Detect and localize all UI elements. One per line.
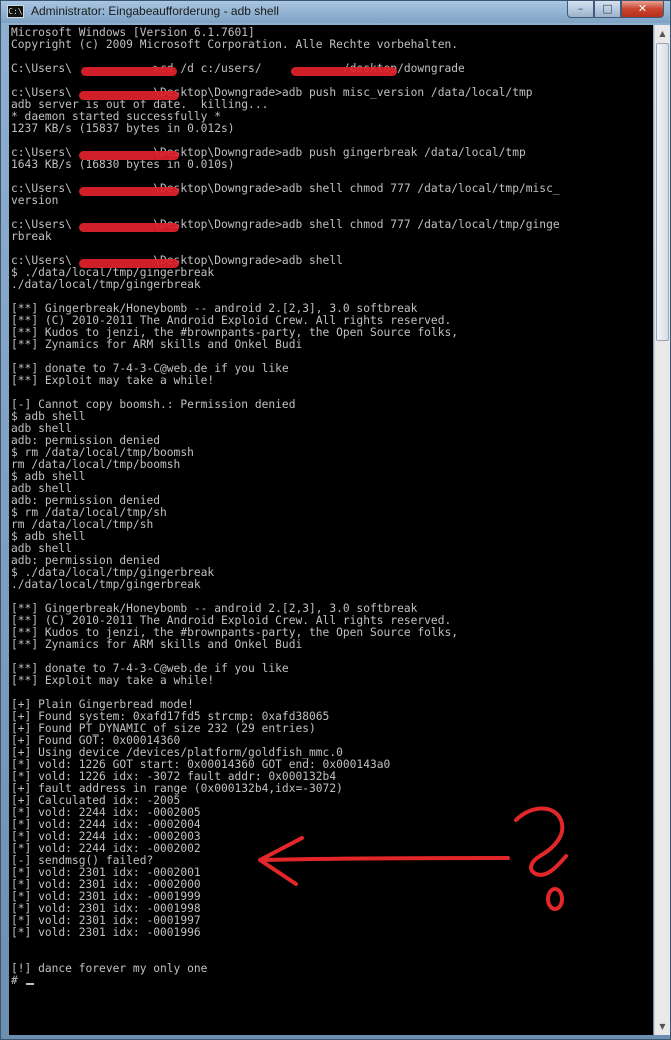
- redaction-mark: [79, 259, 179, 268]
- console-window: C:\ Administrator: Eingabeaufforderung -…: [0, 0, 671, 1040]
- redaction-mark: [79, 91, 179, 100]
- window-title: Administrator: Eingabeaufforderung - adb…: [31, 4, 279, 18]
- cmd-icon: C:\: [7, 5, 24, 18]
- redaction-mark: [79, 187, 179, 196]
- console-text: Microsoft Windows [Version 6.1.7601] Cop…: [11, 26, 560, 987]
- scroll-up-arrow-icon[interactable]: ▲: [656, 26, 669, 41]
- redaction-mark: [81, 67, 177, 76]
- scroll-down-arrow-icon[interactable]: ▼: [656, 1019, 669, 1034]
- minimize-button[interactable]: –: [567, 1, 594, 18]
- maximize-button[interactable]: □: [594, 1, 621, 18]
- vertical-scrollbar[interactable]: ▲ ▼: [654, 25, 670, 1035]
- scrollbar-thumb[interactable]: [656, 43, 669, 341]
- redaction-mark: [79, 151, 179, 160]
- redaction-mark: [291, 67, 397, 76]
- console-output[interactable]: Microsoft Windows [Version 6.1.7601] Cop…: [9, 25, 653, 1035]
- title-bar[interactable]: C:\ Administrator: Eingabeaufforderung -…: [1, 1, 670, 23]
- text-cursor: [25, 983, 34, 985]
- close-button[interactable]: ✕: [621, 1, 664, 18]
- redaction-mark: [79, 223, 179, 232]
